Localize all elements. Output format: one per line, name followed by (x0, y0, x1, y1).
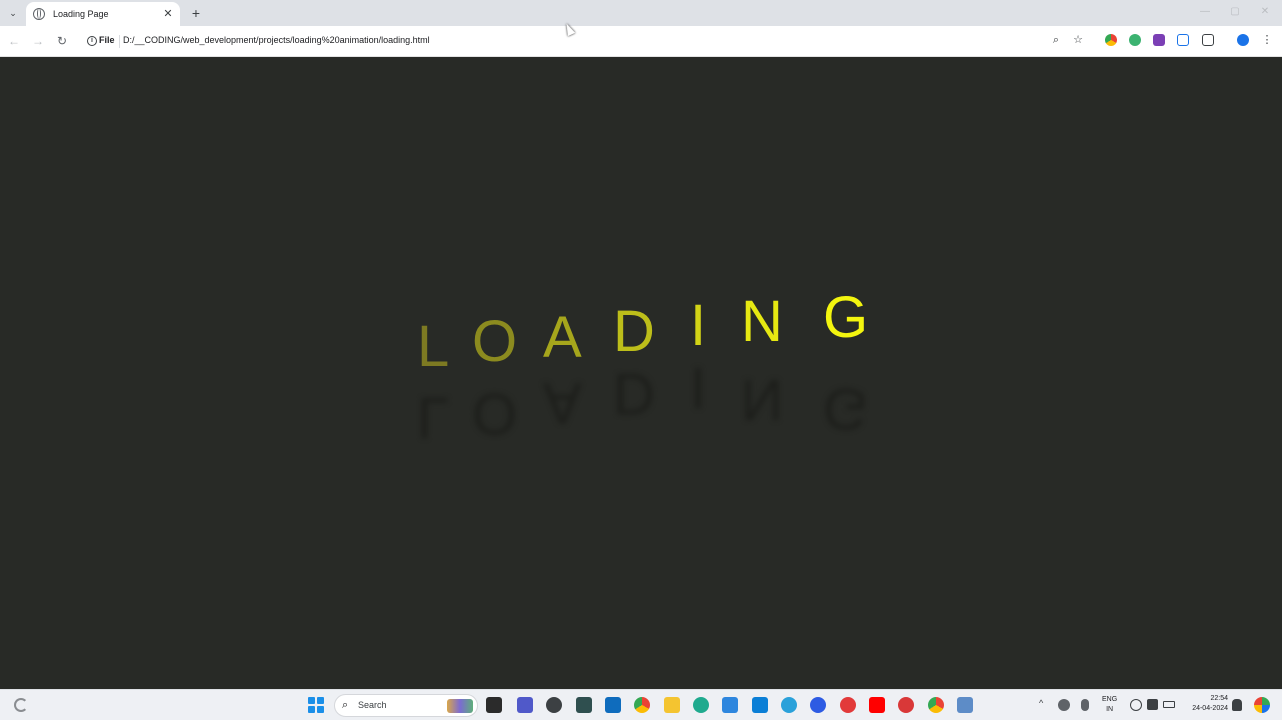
chevron-down-icon: ⌄ (9, 7, 17, 18)
extension-leaf-icon[interactable] (1129, 34, 1141, 46)
tab-list-button[interactable]: ⌄ (4, 4, 22, 22)
bookmark-star-icon[interactable]: ☆ (1071, 33, 1085, 47)
extensions-puzzle-icon[interactable] (1202, 34, 1214, 46)
letter-shadow: G (823, 376, 869, 441)
letter-shadow: I (690, 355, 707, 420)
letter-shadow: A (543, 370, 582, 435)
url-text[interactable]: D:/__CODING/web_development/projects/loa… (123, 35, 430, 45)
loading-letter-d: D (613, 299, 655, 364)
address-bar[interactable]: i File D:/__CODING/web_development/proje… (82, 30, 1092, 53)
browser-toolbar: ← → ↻ i File D:/__CODING/web_development… (0, 26, 1282, 57)
loading-letter-l: L (417, 314, 450, 379)
zoom-app-icon[interactable] (810, 697, 826, 713)
back-button[interactable]: ← (6, 33, 22, 49)
file-explorer-icon[interactable] (664, 697, 680, 713)
microphone-icon[interactable] (1081, 699, 1089, 711)
cloud-icon[interactable] (1058, 699, 1070, 711)
taskbar: ⌕ Search ^ ENG IN 22:54 24-04-2024 (0, 689, 1282, 720)
tab-title: Loading Page (53, 9, 109, 19)
store-icon[interactable] (605, 697, 621, 713)
widgets-icon[interactable] (14, 698, 28, 712)
maximize-button[interactable]: ▢ (1220, 4, 1250, 20)
minimize-button[interactable]: — (1190, 4, 1220, 20)
task-view-icon[interactable] (486, 697, 502, 713)
app-cube-icon[interactable] (576, 697, 592, 713)
taskbar-search[interactable]: ⌕ Search (334, 694, 478, 717)
mail-icon[interactable] (722, 697, 738, 713)
info-icon[interactable]: i (87, 36, 97, 46)
onenote-extension-icon[interactable] (1153, 34, 1165, 46)
page-content: L O A D I N G L O A D I N G (0, 57, 1282, 689)
battery-icon[interactable] (1163, 701, 1175, 708)
new-tab-button[interactable]: + (187, 4, 205, 22)
loading-letter-g: G (823, 285, 869, 350)
tab-strip: ⌄ Loading Page ✕ + — ▢ ✕ (0, 0, 1282, 26)
recorder-icon[interactable] (840, 697, 856, 713)
chrome-icon[interactable] (634, 697, 650, 713)
letter-shadow: N (741, 367, 783, 432)
address-separator (119, 35, 120, 48)
snipping-tool-icon[interactable] (957, 697, 973, 713)
youtube-icon[interactable] (869, 697, 885, 713)
vscode-icon[interactable] (752, 697, 768, 713)
extension-color-icon[interactable] (1105, 34, 1117, 46)
edge-icon[interactable] (693, 697, 709, 713)
loading-letter-a: A (543, 305, 582, 370)
search-label: Search (358, 700, 387, 710)
screen-capture-extension-icon[interactable] (1177, 34, 1189, 46)
clock[interactable]: 22:54 24-04-2024 (1184, 694, 1228, 714)
notification-bell-icon[interactable] (1232, 699, 1242, 711)
letter-shadow: D (613, 361, 655, 426)
chevron-up-icon[interactable]: ^ (1039, 698, 1043, 708)
search-icon: ⌕ (342, 699, 349, 711)
close-window-button[interactable]: ✕ (1250, 4, 1280, 20)
clock-time: 22:54 (1210, 695, 1228, 702)
loading-letter-i: I (690, 293, 707, 358)
start-button[interactable] (308, 697, 324, 713)
copilot-icon[interactable] (1254, 697, 1270, 713)
region-code: IN (1106, 706, 1114, 713)
globe-icon (33, 8, 45, 20)
telegram-icon[interactable] (781, 697, 797, 713)
loading-letter-o: O (472, 309, 518, 374)
close-tab-icon[interactable]: ✕ (161, 7, 175, 21)
language-code: ENG (1102, 696, 1118, 703)
profile-avatar-icon[interactable] (1237, 34, 1249, 46)
volume-icon[interactable] (1147, 699, 1158, 710)
clock-date: 24-04-2024 (1192, 705, 1228, 712)
file-chip[interactable]: File (99, 35, 115, 45)
browser-menu-icon[interactable]: ⋮ (1260, 33, 1274, 47)
zoom-icon[interactable]: ⌕ (1049, 33, 1063, 47)
reload-button[interactable]: ↻ (54, 33, 70, 49)
windows-logo-icon (308, 697, 315, 704)
forward-button[interactable]: → (30, 33, 46, 49)
network-icon[interactable] (1130, 699, 1142, 711)
letter-shadow: O (472, 381, 518, 446)
language-indicator[interactable]: ENG IN (1102, 695, 1117, 715)
app-icon[interactable] (546, 697, 562, 713)
chrome-active-icon[interactable] (928, 697, 944, 713)
wps-icon[interactable] (898, 697, 914, 713)
loading-letter-n: N (741, 289, 783, 354)
tab-loading-page[interactable]: Loading Page ✕ (26, 2, 180, 26)
search-highlight-art (447, 699, 473, 713)
letter-shadow: L (417, 385, 450, 450)
teams-icon[interactable] (517, 697, 533, 713)
